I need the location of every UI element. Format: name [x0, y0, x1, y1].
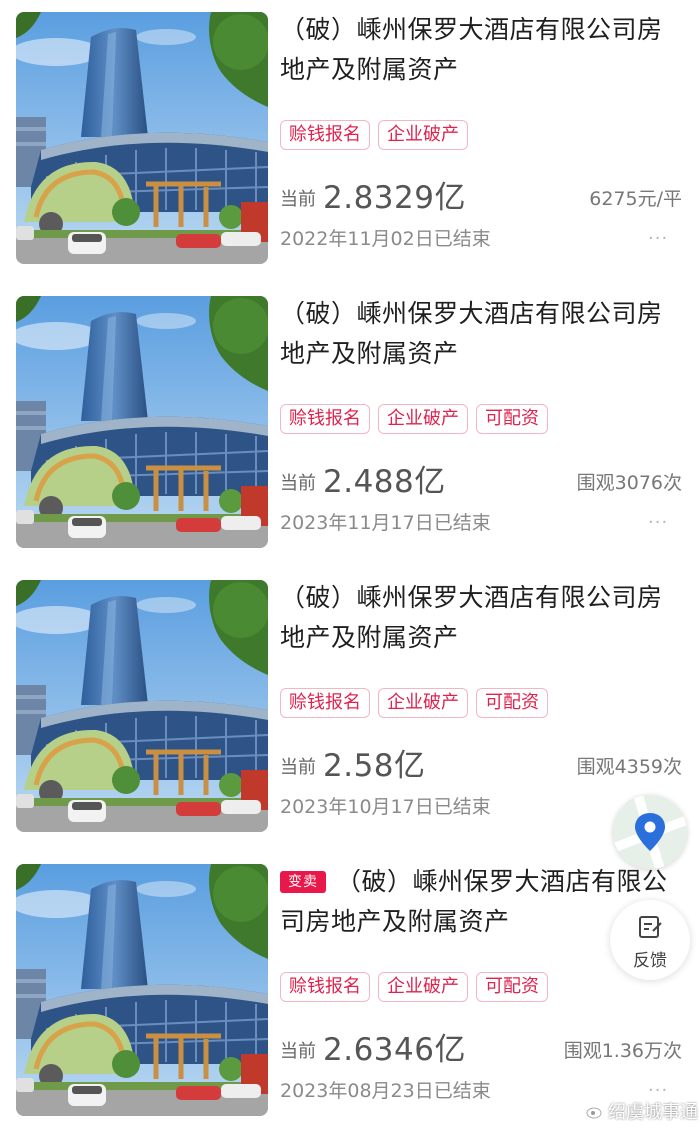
tag: 赊钱报名	[280, 972, 370, 1002]
listing-title[interactable]: （破）嵊州保罗大酒店有限公司房地产及附属资产	[280, 578, 685, 658]
listing-title[interactable]: （破）嵊州保罗大酒店有限公司房地产及附属资产	[280, 10, 685, 90]
listing-tags: 赊钱报名 企业破产 可配资	[280, 404, 548, 434]
price-row: 当前 2.58亿 围观4359次	[280, 741, 685, 785]
hotel-photo	[16, 296, 268, 548]
tag: 企业破产	[378, 404, 468, 434]
price-row: 当前 2.6346亿 围观1.36万次	[280, 1025, 685, 1069]
listing-thumbnail[interactable]	[16, 580, 268, 832]
end-date: 2023年10月17日已结束	[280, 796, 491, 818]
current-price: 2.6346亿	[323, 1032, 466, 1068]
price-prefix: 当前	[280, 1041, 316, 1062]
more-options-icon[interactable]: ···	[648, 512, 668, 533]
view-count: 围观3076次	[576, 472, 682, 494]
end-date: 2023年08月23日已结束	[280, 1080, 491, 1102]
listing-tags: 赊钱报名 企业破产 可配资	[280, 972, 548, 1002]
price-prefix: 当前	[280, 757, 316, 778]
watermark-text: 绍虞城事通	[608, 1102, 698, 1123]
feedback-button[interactable]: 反馈	[610, 900, 690, 980]
price-prefix: 当前	[280, 473, 316, 494]
listing-thumbnail[interactable]	[16, 296, 268, 548]
more-options-icon[interactable]: ···	[648, 228, 668, 249]
price-row: 当前 2.488亿 围观3076次	[280, 457, 685, 501]
end-date: 2023年11月17日已结束	[280, 512, 491, 534]
tag: 可配资	[476, 688, 548, 718]
hotel-photo	[16, 864, 268, 1116]
tag: 赊钱报名	[280, 120, 370, 150]
tag: 可配资	[476, 972, 548, 1002]
map-button[interactable]	[613, 795, 687, 869]
view-count: 围观4359次	[576, 756, 682, 778]
hotel-photo	[16, 580, 268, 832]
current-price: 2.8329亿	[323, 180, 466, 216]
map-pin-icon	[613, 795, 687, 869]
edit-note-icon	[639, 916, 662, 938]
tag: 可配资	[476, 404, 548, 434]
tag: 企业破产	[378, 688, 468, 718]
listing-tags: 赊钱报名 企业破产 可配资	[280, 688, 548, 718]
tag: 企业破产	[378, 972, 468, 1002]
listing-thumbnail[interactable]	[16, 12, 268, 264]
sale-type-badge: 变卖	[280, 871, 326, 893]
watermark: 绍虞城事通	[586, 1098, 698, 1124]
price-row: 当前 2.8329亿 6275元/平	[280, 173, 685, 217]
tag: 赊钱报名	[280, 404, 370, 434]
view-count: 围观1.36万次	[563, 1040, 682, 1062]
weibo-logo-icon	[586, 1104, 603, 1119]
tag: 企业破产	[378, 120, 468, 150]
price-prefix: 当前	[280, 189, 316, 210]
listing-title[interactable]: （破）嵊州保罗大酒店有限公司房地产及附属资产	[280, 294, 685, 374]
end-date: 2022年11月02日已结束	[280, 228, 491, 250]
listing-card[interactable]: （破）嵊州保罗大酒店有限公司房地产及附属资产 赊钱报名 企业破产 可配资 当前 …	[0, 284, 700, 568]
listing-tags: 赊钱报名 企业破产	[280, 120, 468, 150]
listing-thumbnail[interactable]	[16, 864, 268, 1116]
feedback-label: 反馈	[633, 951, 667, 971]
unit-price: 6275元/平	[589, 188, 682, 210]
current-price: 2.58亿	[323, 748, 426, 784]
listing-card[interactable]: 变卖 （破）嵊州保罗大酒店有限公司房地产及附属资产 赊钱报名 企业破产 可配资 当…	[0, 852, 700, 1136]
tag: 赊钱报名	[280, 688, 370, 718]
listing-card[interactable]: （破）嵊州保罗大酒店有限公司房地产及附属资产 赊钱报名 企业破产 可配资 当前 …	[0, 568, 700, 852]
listing-card[interactable]: （破）嵊州保罗大酒店有限公司房地产及附属资产 赊钱报名 企业破产 当前 2.83…	[0, 0, 700, 284]
hotel-photo	[16, 12, 268, 264]
current-price: 2.488亿	[323, 464, 446, 500]
